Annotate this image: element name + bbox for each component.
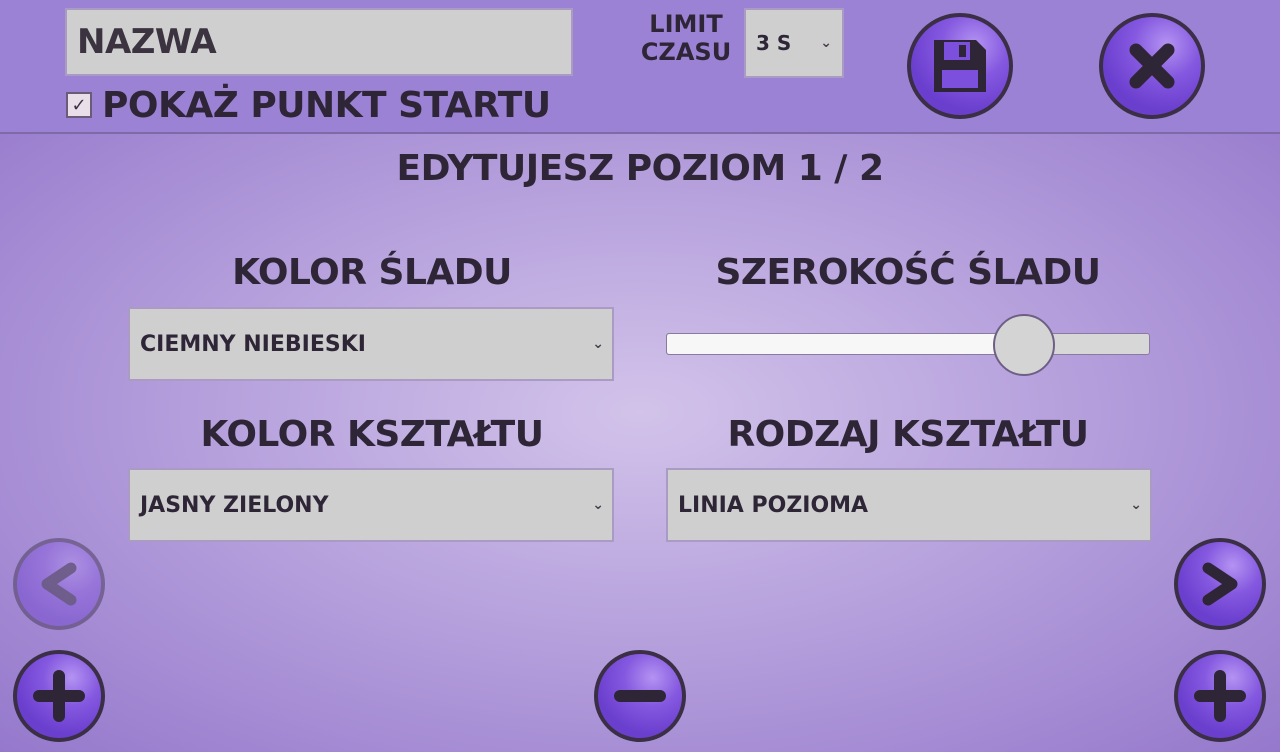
slider-fill: [667, 334, 1024, 354]
close-x-icon: [1129, 43, 1175, 89]
trail-color-label: KOLOR ŚLADU: [232, 252, 512, 293]
plus-icon: [1194, 670, 1246, 722]
level-name-input[interactable]: [65, 8, 573, 76]
show-start-label: POKAŻ PUNKT STARTU: [102, 84, 551, 126]
add-level-before-button[interactable]: [13, 650, 105, 742]
next-level-button[interactable]: [1174, 538, 1266, 630]
remove-level-button[interactable]: [594, 650, 686, 742]
chevron-down-icon: ⌄: [1130, 497, 1142, 513]
shape-type-value: LINIA POZIOMA: [678, 492, 869, 518]
trail-width-label: SZEROKOŚĆ ŚLADU: [715, 252, 1101, 293]
trail-color-select[interactable]: CIEMNY NIEBIESKI ⌄: [128, 307, 614, 381]
chevron-down-icon: ⌄: [592, 497, 604, 513]
trail-width-slider[interactable]: [666, 314, 1150, 376]
shape-type-select[interactable]: LINIA POZIOMA ⌄: [666, 468, 1152, 542]
trail-color-value: CIEMNY NIEBIESKI: [140, 331, 366, 357]
shape-color-label: KOLOR KSZTAŁTU: [200, 414, 544, 455]
chevron-down-icon: ⌄: [592, 336, 604, 352]
time-limit-select[interactable]: 3 S ⌄: [744, 8, 844, 78]
minus-icon: [614, 690, 666, 702]
time-limit-value: 3 S: [756, 31, 792, 55]
time-limit-label: LIMIT CZASU: [640, 10, 732, 66]
slider-handle[interactable]: [992, 314, 1055, 376]
chevron-right-icon: [1202, 562, 1238, 606]
shape-color-value: JASNY ZIELONY: [140, 492, 329, 518]
previous-level-button[interactable]: [13, 538, 105, 630]
plus-icon: [33, 670, 85, 722]
page-title: EDYTUJESZ POZIOM 1 / 2: [396, 148, 884, 189]
top-bar: ✓ POKAŻ PUNKT STARTU LIMIT CZASU 3 S ⌄: [0, 0, 1280, 132]
chevron-down-icon: ⌄: [820, 35, 832, 51]
add-level-after-button[interactable]: [1174, 650, 1266, 742]
floppy-disk-icon: [934, 40, 986, 92]
shape-type-label: RODZAJ KSZTAŁTU: [727, 414, 1089, 455]
level-editor-panel: EDYTUJESZ POZIOM 1 / 2 KOLOR ŚLADU CIEMN…: [0, 132, 1280, 752]
chevron-left-icon: [41, 562, 77, 606]
close-button[interactable]: [1099, 13, 1205, 119]
shape-color-select[interactable]: JASNY ZIELONY ⌄: [128, 468, 614, 542]
check-icon: ✓: [71, 94, 87, 116]
save-button[interactable]: [907, 13, 1013, 119]
show-start-row[interactable]: ✓ POKAŻ PUNKT STARTU: [66, 84, 551, 126]
show-start-checkbox[interactable]: ✓: [66, 92, 92, 118]
